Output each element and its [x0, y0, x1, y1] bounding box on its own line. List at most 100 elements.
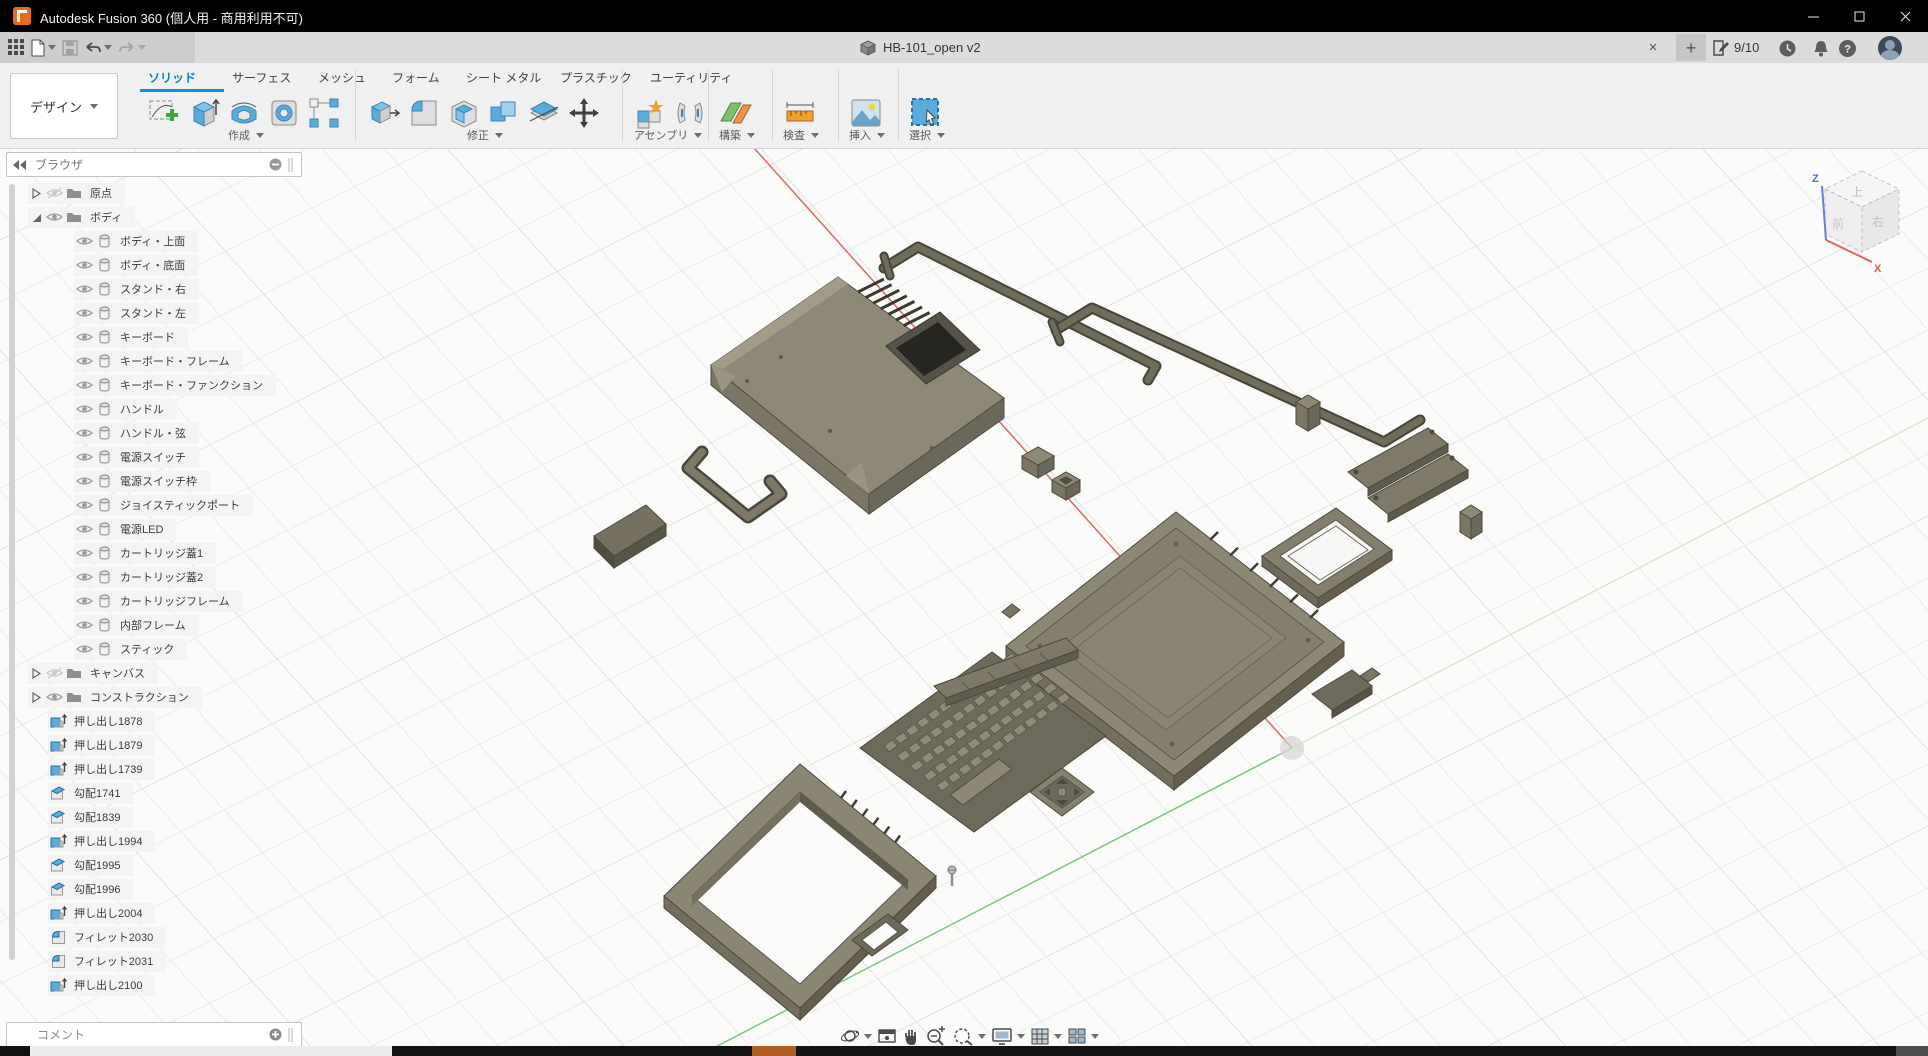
visibility-eye-icon[interactable] — [44, 667, 64, 679]
panel-drag-handle[interactable] — [287, 1028, 295, 1042]
panel-drag-handle[interactable] — [287, 158, 295, 172]
visibility-eye-icon[interactable] — [74, 283, 94, 295]
tab-sheet-metal[interactable]: シート メタル — [466, 65, 541, 89]
visibility-eye-icon[interactable] — [74, 427, 94, 439]
visibility-eye-icon[interactable] — [74, 259, 94, 271]
visibility-eye-icon[interactable] — [74, 571, 94, 583]
browser-feature-row[interactable]: 勾配1996 — [6, 877, 276, 901]
browser-folder-row[interactable]: 原点 — [6, 181, 276, 205]
tab-form[interactable]: フォーム — [392, 65, 440, 89]
visibility-eye-icon[interactable] — [44, 187, 64, 199]
group-insert[interactable]: 挿入 — [844, 127, 890, 143]
view-cube-right-label[interactable]: 右 — [1872, 214, 1884, 229]
browser-body-row[interactable]: スティック — [6, 637, 276, 661]
visibility-eye-icon[interactable] — [74, 355, 94, 367]
close-tab-icon[interactable]: × — [1643, 39, 1663, 56]
expand-caret-icon[interactable] — [28, 692, 44, 703]
browser-body-row[interactable]: 電源LED — [6, 517, 276, 541]
browser-body-row[interactable]: 内部フレーム — [6, 613, 276, 637]
extension-clock-icon[interactable] — [1774, 35, 1800, 61]
comment-bar[interactable]: コメント — [6, 1022, 302, 1047]
visibility-eye-icon[interactable] — [74, 451, 94, 463]
group-create[interactable]: 作成 — [148, 127, 344, 143]
grid-settings-button[interactable] — [1030, 1027, 1062, 1046]
save-button[interactable] — [62, 36, 78, 60]
browser-body-row[interactable]: カートリッジ蓋1 — [6, 541, 276, 565]
file-menu-button[interactable] — [31, 36, 56, 60]
zoom-button[interactable] — [925, 1026, 947, 1046]
maximize-button[interactable] — [1836, 0, 1882, 32]
browser-folder-row[interactable]: キャンバス — [6, 661, 276, 685]
visibility-eye-icon[interactable] — [74, 619, 94, 631]
part-joystick-port[interactable] — [1460, 505, 1482, 539]
visibility-eye-icon[interactable] — [44, 211, 64, 223]
visibility-eye-icon[interactable] — [74, 595, 94, 607]
workspace-selector[interactable]: デザイン — [10, 73, 118, 139]
visibility-eye-icon[interactable] — [74, 643, 94, 655]
visibility-eye-icon[interactable] — [74, 403, 94, 415]
browser-body-row[interactable]: カートリッジ蓋2 — [6, 565, 276, 589]
browser-folder-row[interactable]: コンストラクション — [6, 685, 276, 709]
expand-caret-icon[interactable] — [28, 212, 44, 223]
tab-surface[interactable]: サーフェス — [232, 65, 291, 89]
zoom-window-button[interactable] — [952, 1026, 986, 1046]
browser-body-row[interactable]: 電源スイッチ — [6, 445, 276, 469]
browser-feature-row[interactable]: 勾配1839 — [6, 805, 276, 829]
browser-feature-row[interactable]: 押し出し1879 — [6, 733, 276, 757]
browser-feature-row[interactable]: 押し出し2004 — [6, 901, 276, 925]
browser-body-row[interactable]: ハンドル・弦 — [6, 421, 276, 445]
tab-utilities[interactable]: ユーティリティ — [650, 65, 733, 89]
group-modify[interactable]: 修正 — [366, 127, 604, 143]
minimize-button[interactable] — [1790, 0, 1836, 32]
pan-button[interactable] — [902, 1027, 920, 1046]
browser-header[interactable]: ブラウザ — [6, 152, 302, 177]
app-grid-button[interactable] — [8, 36, 25, 60]
collapse-panel-icon[interactable] — [13, 160, 27, 170]
browser-feature-row[interactable]: 押し出し2100 — [6, 973, 276, 997]
browser-body-row[interactable]: カートリッジフレーム — [6, 589, 276, 613]
group-construct[interactable]: 構築 — [714, 127, 760, 143]
visibility-eye-icon[interactable] — [44, 691, 64, 703]
group-select[interactable]: 選択 — [904, 127, 950, 143]
browser-body-row[interactable]: スタンド・左 — [6, 301, 276, 325]
browser-body-row[interactable]: キーボード・フレーム — [6, 349, 276, 373]
browser-body-row[interactable]: ハンドル — [6, 397, 276, 421]
browser-body-row[interactable]: キーボード — [6, 325, 276, 349]
browser-feature-row[interactable]: 押し出し1994 — [6, 829, 276, 853]
job-status[interactable]: 9/10 — [1712, 32, 1759, 63]
browser-folder-row[interactable]: ボディ — [6, 205, 276, 229]
browser-body-row[interactable]: ボディ・底面 — [6, 253, 276, 277]
tab-mesh[interactable]: メッシュ — [318, 65, 366, 89]
visibility-eye-icon[interactable] — [74, 499, 94, 511]
look-at-button[interactable] — [877, 1027, 897, 1045]
user-avatar[interactable] — [1878, 36, 1902, 60]
browser-feature-row[interactable]: 押し出し1878 — [6, 709, 276, 733]
expand-caret-icon[interactable] — [28, 668, 44, 679]
notifications-bell-icon[interactable] — [1808, 35, 1834, 61]
remove-icon[interactable] — [269, 158, 282, 171]
undo-button[interactable] — [84, 36, 112, 60]
browser-body-row[interactable]: スタンド・右 — [6, 277, 276, 301]
group-inspect[interactable]: 検査 — [778, 127, 824, 143]
orbit-button[interactable] — [840, 1026, 872, 1046]
browser-body-row[interactable]: ボディ・上面 — [6, 229, 276, 253]
group-assemble[interactable]: アセンブリ — [628, 127, 708, 143]
browser-feature-row[interactable]: 勾配1741 — [6, 781, 276, 805]
visibility-eye-icon[interactable] — [74, 235, 94, 247]
browser-feature-row[interactable]: フィレット2030 — [6, 925, 276, 949]
view-cube-front-label[interactable]: 前 — [1832, 216, 1844, 231]
tab-solid[interactable]: ソリッド — [148, 65, 196, 89]
display-settings-button[interactable] — [991, 1027, 1025, 1046]
help-icon[interactable]: ? — [1834, 35, 1860, 61]
browser-feature-row[interactable]: 勾配1995 — [6, 853, 276, 877]
browser-body-row[interactable]: 電源スイッチ枠 — [6, 469, 276, 493]
visibility-eye-icon[interactable] — [74, 379, 94, 391]
view-cube-top-label[interactable]: 上 — [1851, 185, 1863, 199]
expand-caret-icon[interactable] — [28, 188, 44, 199]
part-power-led[interactable] — [1296, 395, 1320, 431]
visibility-eye-icon[interactable] — [74, 523, 94, 535]
browser-feature-row[interactable]: 押し出し1739 — [6, 757, 276, 781]
browser-feature-row[interactable]: フィレット2031 — [6, 949, 276, 973]
browser-body-row[interactable]: キーボード・ファンクション — [6, 373, 276, 397]
tab-plastic[interactable]: プラスチック — [560, 65, 632, 89]
